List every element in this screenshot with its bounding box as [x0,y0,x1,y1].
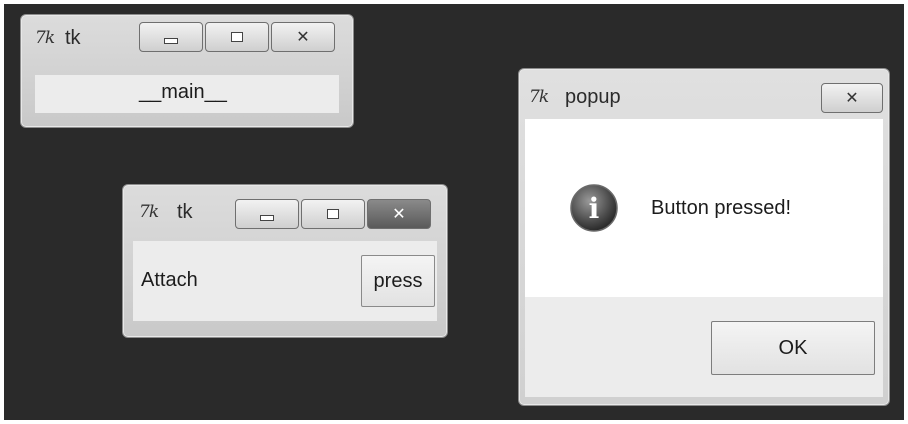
close-icon: ✕ [392,206,406,223]
close-icon: ✕ [296,29,310,46]
info-glyph: i [589,192,600,225]
maximize-button[interactable] [301,199,365,229]
maximize-icon [327,209,339,219]
minimize-icon [260,215,274,221]
maximize-icon [231,32,243,42]
maximize-button[interactable] [205,22,269,52]
tk-feather-icon: 7k [529,87,549,107]
popup-window: 7k popup ✕ i Button pressed! OK [518,68,890,406]
main-window-titlebar[interactable]: 7k tk ✕ [21,15,353,61]
tk-feather-icon: 7k [139,202,159,222]
main-window-client: __main__ [35,75,339,113]
desktop: 7k tk ✕ __main__ 7k tk ✕ Attach press 7k… [4,4,904,420]
close-button[interactable]: ✕ [271,22,335,52]
popup-message-area: i Button pressed! [525,119,883,297]
attach-window-titlebar[interactable]: 7k tk ✕ [123,185,447,231]
close-button[interactable]: ✕ [821,83,883,113]
press-button[interactable]: press [361,255,435,307]
tk-feather-icon: 7k [35,28,55,48]
popup-message: Button pressed! [651,197,792,219]
ok-button[interactable]: OK [711,321,875,375]
attach-window-title: tk [177,201,193,223]
minimize-button[interactable] [235,199,299,229]
close-button[interactable]: ✕ [367,199,431,229]
minimize-icon [164,38,178,44]
info-icon: i [570,184,618,232]
attach-window: 7k tk ✕ Attach press [122,184,448,338]
minimize-button[interactable] [139,22,203,52]
attach-window-client: Attach press [133,241,437,321]
popup-title: popup [565,86,621,108]
popup-button-area: OK [525,297,883,397]
close-icon: ✕ [845,90,859,107]
popup-titlebar[interactable]: 7k popup ✕ [519,69,889,115]
attach-label: Attach [141,269,198,291]
main-label: __main__ [139,81,227,103]
main-window-title: tk [65,27,81,49]
main-window: 7k tk ✕ __main__ [20,14,354,128]
